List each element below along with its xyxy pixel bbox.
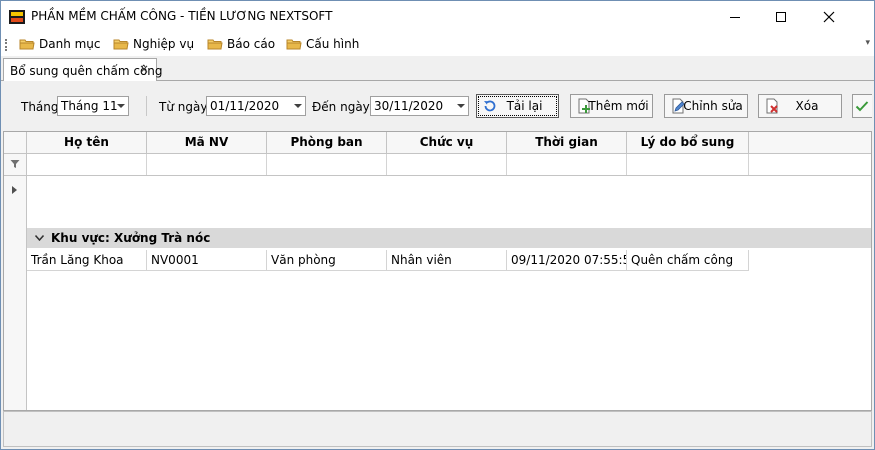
chevron-down-icon: [457, 104, 465, 108]
edit-button-label: Chỉnh sửa: [683, 99, 743, 113]
maximize-icon: [776, 11, 786, 22]
column-header-ma-nv[interactable]: Mã NV: [147, 132, 267, 154]
group-row-khu-vuc[interactable]: Khu vực: Xưởng Trà nóc: [27, 228, 871, 248]
menu-bar: Danh mục Nghiệp vụ Báo cáo Cấu hình ▾: [1, 32, 874, 56]
menu-item-label: Nghiệp vụ: [133, 37, 195, 51]
confirm-button[interactable]: [852, 94, 872, 118]
toolbar-divider: [146, 96, 147, 116]
delete-button-label: Xóa: [795, 99, 819, 113]
filter-indicator-cell[interactable]: [4, 154, 27, 175]
filter-cell-chuc-vu[interactable]: [387, 154, 507, 175]
grid-header-row: Họ tên Mã NV Phòng ban Chức vụ Thời gian…: [4, 132, 871, 154]
folder-icon: [207, 39, 223, 50]
to-date-label: Đến ngày: [312, 100, 370, 114]
filter-cell-thoi-gian[interactable]: [507, 154, 627, 175]
filter-cell-ma-nv[interactable]: [147, 154, 267, 175]
chevron-down-icon: [117, 104, 125, 108]
month-label: Tháng: [21, 100, 59, 114]
status-bar: [3, 411, 872, 447]
menu-item-label: Danh mục: [39, 37, 101, 51]
reload-button[interactable]: Tải lại: [476, 94, 559, 118]
from-date-picker[interactable]: 01/11/2020: [206, 96, 306, 116]
maximize-button[interactable]: [758, 1, 804, 32]
month-select-value: Tháng 11: [61, 99, 118, 113]
from-date-label: Từ ngày: [159, 100, 208, 114]
column-header-ho-ten[interactable]: Họ tên: [27, 132, 147, 154]
menu-item-label: Cấu hình: [306, 37, 360, 51]
cell-ly-do-bo-sung[interactable]: Quên chấm công: [627, 250, 749, 270]
reload-button-label: Tải lại: [506, 99, 543, 113]
checkmark-icon: [855, 101, 869, 112]
chevron-down-icon: [294, 104, 302, 108]
cell-chuc-vu[interactable]: Nhân viên: [387, 250, 507, 270]
table-row[interactable]: Trần Lăng Khoa NV0001 Văn phòng Nhân viê…: [27, 250, 749, 271]
column-header-ly-do-bo-sung[interactable]: Lý do bổ sung: [627, 132, 749, 154]
to-date-picker[interactable]: 30/11/2020: [370, 96, 469, 116]
menu-grip-handle[interactable]: [5, 39, 8, 51]
app-window: PHẦN MỀM CHẤM CÔNG - TIỀN LƯƠNG NEXTSOFT…: [0, 0, 875, 450]
column-header-chuc-vu[interactable]: Chức vụ: [387, 132, 507, 154]
to-date-value: 30/11/2020: [374, 99, 444, 113]
menu-item-label: Báo cáo: [227, 37, 276, 51]
filter-cell-ho-ten[interactable]: [27, 154, 147, 175]
tab-close-icon[interactable]: ×: [139, 62, 149, 76]
minimize-icon: [730, 16, 740, 18]
column-header-phong-ban[interactable]: Phòng ban: [267, 132, 387, 154]
filter-cell-ly-do-bo-sung[interactable]: [627, 154, 749, 175]
from-date-value: 01/11/2020: [210, 99, 280, 113]
minimize-button[interactable]: [712, 1, 758, 32]
app-logo-icon: [9, 10, 25, 24]
delete-button[interactable]: Xóa: [758, 94, 842, 118]
folder-icon: [19, 39, 35, 50]
column-header-thoi-gian[interactable]: Thời gian: [507, 132, 627, 154]
menu-item-danh-muc[interactable]: Danh mục: [19, 35, 101, 53]
cell-phong-ban[interactable]: Văn phòng: [267, 250, 387, 270]
filter-toolbar: Tháng Tháng 11 Từ ngày 01/11/2020 Đến ng…: [3, 81, 872, 131]
window-title: PHẦN MỀM CHẤM CÔNG - TIỀN LƯƠNG NEXTSOFT: [31, 9, 333, 23]
month-select[interactable]: Tháng 11: [57, 96, 129, 116]
menu-item-cau-hinh[interactable]: Cấu hình: [286, 35, 359, 53]
tab-bo-sung-quen-cham-cong[interactable]: Bổ sung quên chấm công ×: [3, 58, 163, 82]
folder-icon: [286, 39, 302, 50]
row-pointer-icon: [12, 186, 17, 194]
cell-ho-ten[interactable]: Trần Lăng Khoa: [27, 250, 147, 270]
group-row-label: Khu vực: Xưởng Trà nóc: [51, 231, 211, 245]
filter-icon: [10, 160, 20, 168]
row-indicator-column: [4, 176, 27, 410]
close-icon: [823, 11, 835, 22]
row-indicator-header: [4, 132, 27, 154]
document-tab-strip: Bổ sung quên chấm công ×: [1, 56, 874, 82]
menu-item-bao-cao[interactable]: Báo cáo: [207, 35, 275, 53]
folder-icon: [113, 39, 129, 50]
add-new-button[interactable]: Thêm mới: [570, 94, 653, 118]
attendance-grid: Họ tên Mã NV Phòng ban Chức vụ Thời gian…: [3, 131, 872, 411]
edit-button[interactable]: Chỉnh sửa: [664, 94, 748, 118]
filter-cell-phong-ban[interactable]: [267, 154, 387, 175]
cell-thoi-gian[interactable]: 09/11/2020 07:55:55: [507, 250, 627, 270]
chevron-down-icon[interactable]: [35, 235, 44, 241]
title-bar[interactable]: PHẦN MỀM CHẤM CÔNG - TIỀN LƯƠNG NEXTSOFT: [1, 1, 874, 32]
grid-filter-row: [4, 154, 871, 176]
close-window-button[interactable]: [806, 1, 852, 32]
menu-overflow-icon[interactable]: ▾: [865, 38, 870, 48]
menu-item-nghiep-vu[interactable]: Nghiệp vụ: [113, 35, 194, 53]
add-new-button-label: Thêm mới: [588, 99, 649, 113]
content-panel: Tháng Tháng 11 Từ ngày 01/11/2020 Đến ng…: [3, 81, 872, 447]
cell-ma-nv[interactable]: NV0001: [147, 250, 267, 270]
